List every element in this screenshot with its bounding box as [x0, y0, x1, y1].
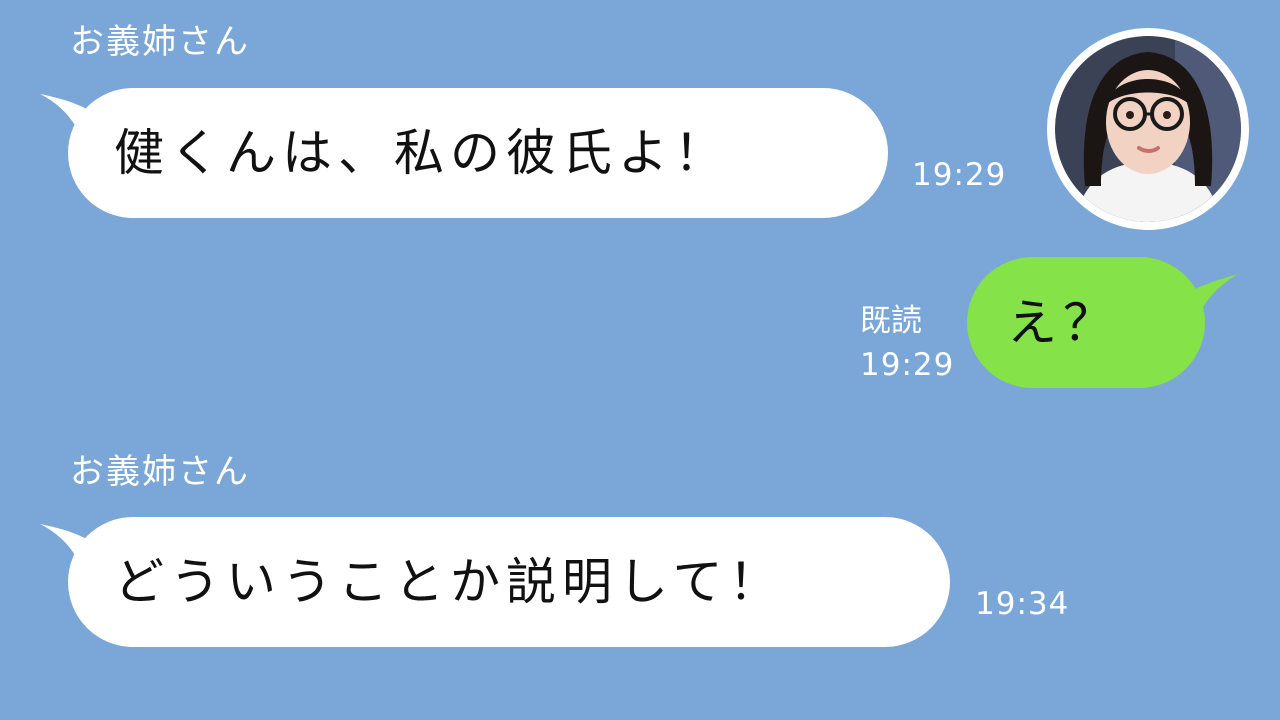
- message-time: 19:29: [860, 347, 955, 383]
- sender-name: お義姉さん: [70, 452, 250, 492]
- message-time: 19:34: [975, 586, 1070, 622]
- read-status: 既読: [860, 303, 922, 339]
- bubble-tail: [1180, 274, 1238, 334]
- message-bubble-incoming[interactable]: 健くんは、私の彼氏よ！: [68, 88, 888, 218]
- message-bubble-incoming[interactable]: どういうことか説明して！: [68, 517, 950, 647]
- message-time: 19:29: [912, 157, 1007, 193]
- sender-name: お義姉さん: [70, 22, 250, 62]
- contact-avatar[interactable]: [1047, 28, 1249, 230]
- contact-avatar-photo-icon: [1055, 36, 1241, 222]
- message-text: え？: [1007, 293, 1119, 352]
- message-text: どういうことか説明して！: [114, 553, 785, 611]
- chat-area: お義姉さん 健くんは、私の彼氏よ！ 19:29 既読 19:29 え？ お義姉さ…: [0, 0, 1280, 720]
- message-text: 健くんは、私の彼氏よ！: [114, 124, 730, 182]
